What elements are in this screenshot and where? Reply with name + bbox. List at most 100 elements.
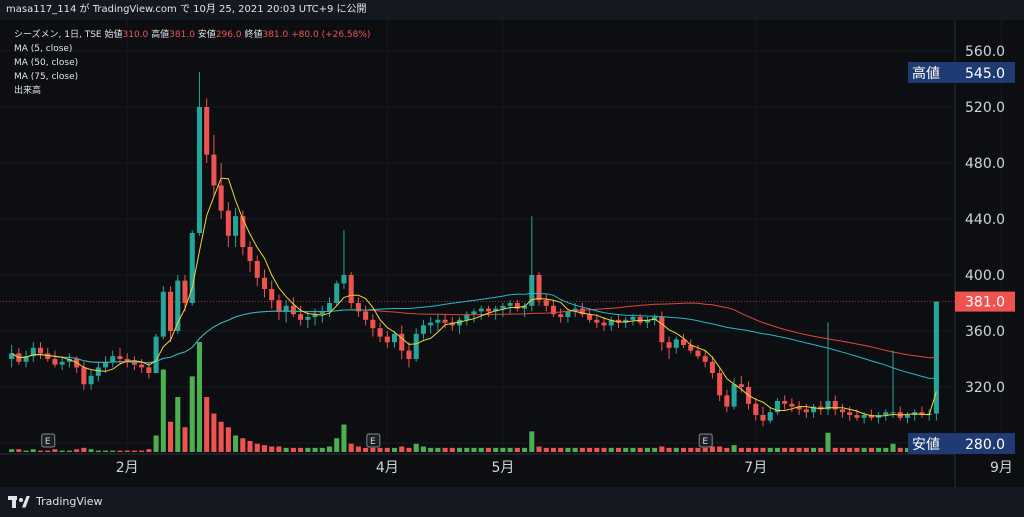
volume-bar xyxy=(261,445,268,452)
x-tick-label: 9月 xyxy=(990,460,1013,476)
candle-body xyxy=(110,356,116,362)
ma50-legend[interactable]: MA (50, close) xyxy=(14,56,370,70)
candle-body xyxy=(695,350,701,357)
candle-body xyxy=(587,314,593,320)
candle-body xyxy=(269,289,275,301)
volume-bar xyxy=(420,446,426,452)
volume-bar xyxy=(81,447,87,452)
volume-bar xyxy=(413,443,419,452)
volume-bar xyxy=(391,447,398,452)
volume-bar xyxy=(457,447,463,452)
y-tick-label: 560.0 xyxy=(965,44,1005,60)
volume-bar xyxy=(37,450,44,452)
volume-legend[interactable]: 出来高 xyxy=(14,84,370,98)
volume-bar xyxy=(717,446,723,452)
open-value: 310.0 xyxy=(122,30,149,40)
volume-bar xyxy=(298,447,304,452)
volume-bar xyxy=(399,446,405,452)
volume-bar xyxy=(659,446,665,452)
indicator-legend: シーズメン, 1日, TSE 始値310.0 高値381.0 安値296.0 終… xyxy=(14,28,370,98)
volume-bar xyxy=(168,421,174,452)
volume-bar xyxy=(832,447,838,452)
volume-bar xyxy=(334,438,340,452)
candle-body xyxy=(240,216,246,247)
volume-bar xyxy=(796,447,802,452)
volume-bar xyxy=(66,450,72,452)
candle-body xyxy=(731,384,737,407)
volume-bar xyxy=(95,450,101,452)
candle-body xyxy=(637,317,643,323)
publish-header: masa117_114 が TradingView.com で 10月 25, … xyxy=(0,0,1024,20)
candle-body xyxy=(753,403,759,415)
candle-body xyxy=(543,300,549,306)
volume-bar xyxy=(189,376,195,452)
volume-bar xyxy=(514,447,520,452)
symbol-row[interactable]: シーズメン, 1日, TSE 始値310.0 高値381.0 安値296.0 終… xyxy=(14,28,370,42)
candle-body xyxy=(420,325,426,334)
volume-bar xyxy=(897,447,903,452)
volume-bar xyxy=(312,447,318,452)
volume-bar xyxy=(471,447,477,452)
candle-body xyxy=(861,415,867,418)
volume-bar xyxy=(673,447,679,452)
volume-bar xyxy=(196,342,202,452)
ma5-legend[interactable]: MA (5, close) xyxy=(14,42,370,56)
last-price-label: 381.0 xyxy=(965,295,1005,311)
volume-bar xyxy=(637,447,643,452)
volume-bar xyxy=(146,449,152,452)
volume-bar xyxy=(507,447,513,452)
volume-bar xyxy=(601,447,607,452)
volume-bar xyxy=(550,447,557,452)
candle-body xyxy=(117,356,123,359)
ma75-legend[interactable]: MA (75, close) xyxy=(14,70,370,84)
candle-body xyxy=(160,291,166,337)
tradingview-logo[interactable]: TradingView xyxy=(8,495,102,508)
volume-bar xyxy=(861,447,867,452)
volume-bar xyxy=(341,424,347,452)
candle-body xyxy=(276,300,282,312)
symbol-name: シーズメン, 1日, TSE xyxy=(14,30,102,40)
volume-bar xyxy=(666,447,672,452)
volume-bar xyxy=(269,446,275,452)
volume-bar xyxy=(543,447,549,452)
candle-body xyxy=(283,305,289,312)
candle-body xyxy=(702,356,708,362)
candle-body xyxy=(536,275,542,301)
volume-bar xyxy=(890,443,896,452)
volume-bar xyxy=(355,446,361,452)
open-label: 始値 xyxy=(104,30,123,40)
volume-bar xyxy=(160,369,166,452)
y-tick-label: 360.0 xyxy=(965,324,1005,340)
volume-bar xyxy=(182,427,188,452)
candle-body xyxy=(558,314,564,317)
candle-body xyxy=(478,308,484,312)
volume-bar xyxy=(803,447,809,452)
volume-bar xyxy=(290,447,296,452)
candle-body xyxy=(594,319,600,323)
volume-bar xyxy=(847,447,853,452)
candle-body xyxy=(789,403,795,407)
candle-body xyxy=(406,350,412,359)
candle-body xyxy=(435,319,441,323)
volume-bar xyxy=(305,447,311,452)
volume-bar xyxy=(565,447,571,452)
candle-body xyxy=(153,336,159,373)
volume-bar xyxy=(594,447,600,452)
candle-body xyxy=(370,319,376,329)
volume-bar xyxy=(45,450,51,452)
volume-bar xyxy=(774,447,780,452)
x-tick-label: 2月 xyxy=(116,460,139,476)
volume-bar xyxy=(175,397,181,452)
volume-bar xyxy=(110,450,116,452)
volume-bar xyxy=(225,427,231,452)
candle-body xyxy=(348,275,354,303)
candle-body xyxy=(326,303,333,312)
volume-bar xyxy=(139,450,145,452)
volume-bar xyxy=(9,449,15,452)
footer-bar: TradingView xyxy=(0,487,1024,517)
volume-bar xyxy=(464,447,470,452)
low-label: 安値 xyxy=(197,30,216,40)
candle-body xyxy=(673,339,679,348)
volume-bar xyxy=(348,443,354,452)
candle-body xyxy=(890,412,896,414)
